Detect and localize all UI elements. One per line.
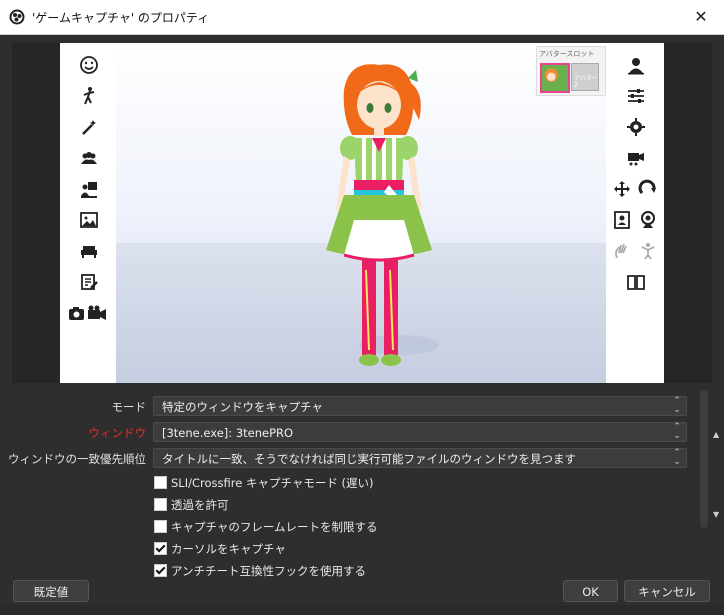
updown-arrows-icon: ⌃ ⌄ — [673, 448, 681, 467]
title-bar: 'ゲームキャプチャ' のプロパティ ✕ — [0, 0, 724, 35]
presenter-icon[interactable] — [75, 177, 103, 201]
id-card-icon[interactable] — [608, 208, 636, 232]
window-title: 'ゲームキャプチャ' のプロパティ — [32, 11, 210, 25]
bottom-strip — [0, 605, 724, 615]
camera-video-icon[interactable] — [66, 301, 110, 325]
avatar-slot-1[interactable] — [540, 63, 570, 93]
left-toolbar — [60, 43, 116, 383]
checkbox-label: カーソルをキャプチャ — [171, 542, 286, 556]
priority-select-value: タイトルに一致、そうでなければ同じ実行可能ファイルのウィンドウを見つます — [162, 452, 576, 466]
mode-select[interactable]: 特定のウィンドウをキャプチャ ⌃ ⌄ — [153, 396, 687, 416]
window-select[interactable]: [3tene.exe]: 3tenePRO ⌃ ⌄ — [153, 422, 687, 442]
avatar-slot-2[interactable]: アバター2 — [571, 63, 599, 91]
sliders-icon[interactable] — [622, 84, 650, 108]
hand-gesture-icon[interactable] — [608, 239, 636, 263]
group-icon[interactable] — [75, 146, 103, 170]
magic-wand-icon[interactable] — [75, 115, 103, 139]
move-icon[interactable] — [608, 177, 636, 201]
cancel-button[interactable]: キャンセル — [624, 580, 710, 602]
pose-icon[interactable] — [75, 84, 103, 108]
checkbox-label: 透過を許可 — [171, 498, 229, 512]
avatar-slot-title: アバタースロット — [539, 50, 595, 58]
right-toolbar — [606, 43, 664, 383]
window-select-value: [3tene.exe]: 3tenePRO — [162, 426, 294, 440]
checkbox-box[interactable] — [154, 564, 167, 577]
sofa-icon[interactable] — [75, 239, 103, 263]
scroll-up-icon[interactable]: ▲ — [713, 430, 719, 439]
mode-select-value: 特定のウィンドウをキャプチャ — [162, 400, 323, 414]
face-icon[interactable] — [75, 53, 103, 77]
scrollbar-thumb[interactable] — [700, 390, 708, 528]
priority-label: ウィンドウの一致優先順位 — [8, 452, 146, 466]
avatar-slot-2-label: アバター2 — [574, 75, 598, 89]
close-button[interactable]: ✕ — [678, 0, 724, 34]
defaults-button[interactable]: 既定値 — [13, 580, 89, 602]
checkbox-label: キャプチャのフレームレートを制限する — [171, 520, 378, 534]
image-icon[interactable] — [75, 208, 103, 232]
edit-note-icon[interactable] — [75, 270, 103, 294]
avatar-icon[interactable] — [622, 53, 650, 77]
body-tracking-icon[interactable] — [634, 239, 662, 263]
gear-icon[interactable] — [622, 115, 650, 139]
updown-arrows-icon: ⌃ ⌄ — [673, 396, 681, 415]
checkbox-box[interactable] — [154, 498, 167, 511]
avatar-character — [326, 64, 439, 366]
updown-arrows-icon: ⌃ ⌄ — [673, 422, 681, 441]
checkbox-label: SLI/Crossfire キャプチャモード (遅い) — [171, 476, 374, 490]
checkbox-box[interactable] — [154, 476, 167, 489]
checkbox-label: アンチチート互換性フックを使用する — [171, 564, 367, 578]
mode-label: モード — [111, 400, 147, 414]
window-label: ウィンドウ — [88, 426, 147, 440]
form-scrollbar[interactable] — [698, 390, 710, 528]
scroll-down-icon[interactable]: ▼ — [713, 510, 719, 519]
avatar-slot-panel: アバタースロット アバター2 — [536, 46, 606, 96]
priority-select[interactable]: タイトルに一致、そうでなければ同じ実行可能ファイルのウィンドウを見つます ⌃ ⌄ — [153, 448, 687, 468]
obs-logo-icon — [9, 9, 25, 25]
webcam-icon[interactable] — [634, 208, 662, 232]
motion-camera-icon[interactable] — [622, 146, 650, 170]
checkbox-box[interactable] — [154, 520, 167, 533]
rotate-icon[interactable] — [634, 177, 662, 201]
checkbox-box[interactable] — [154, 542, 167, 555]
ok-button[interactable]: OK — [563, 580, 618, 602]
book-icon[interactable] — [622, 270, 650, 294]
